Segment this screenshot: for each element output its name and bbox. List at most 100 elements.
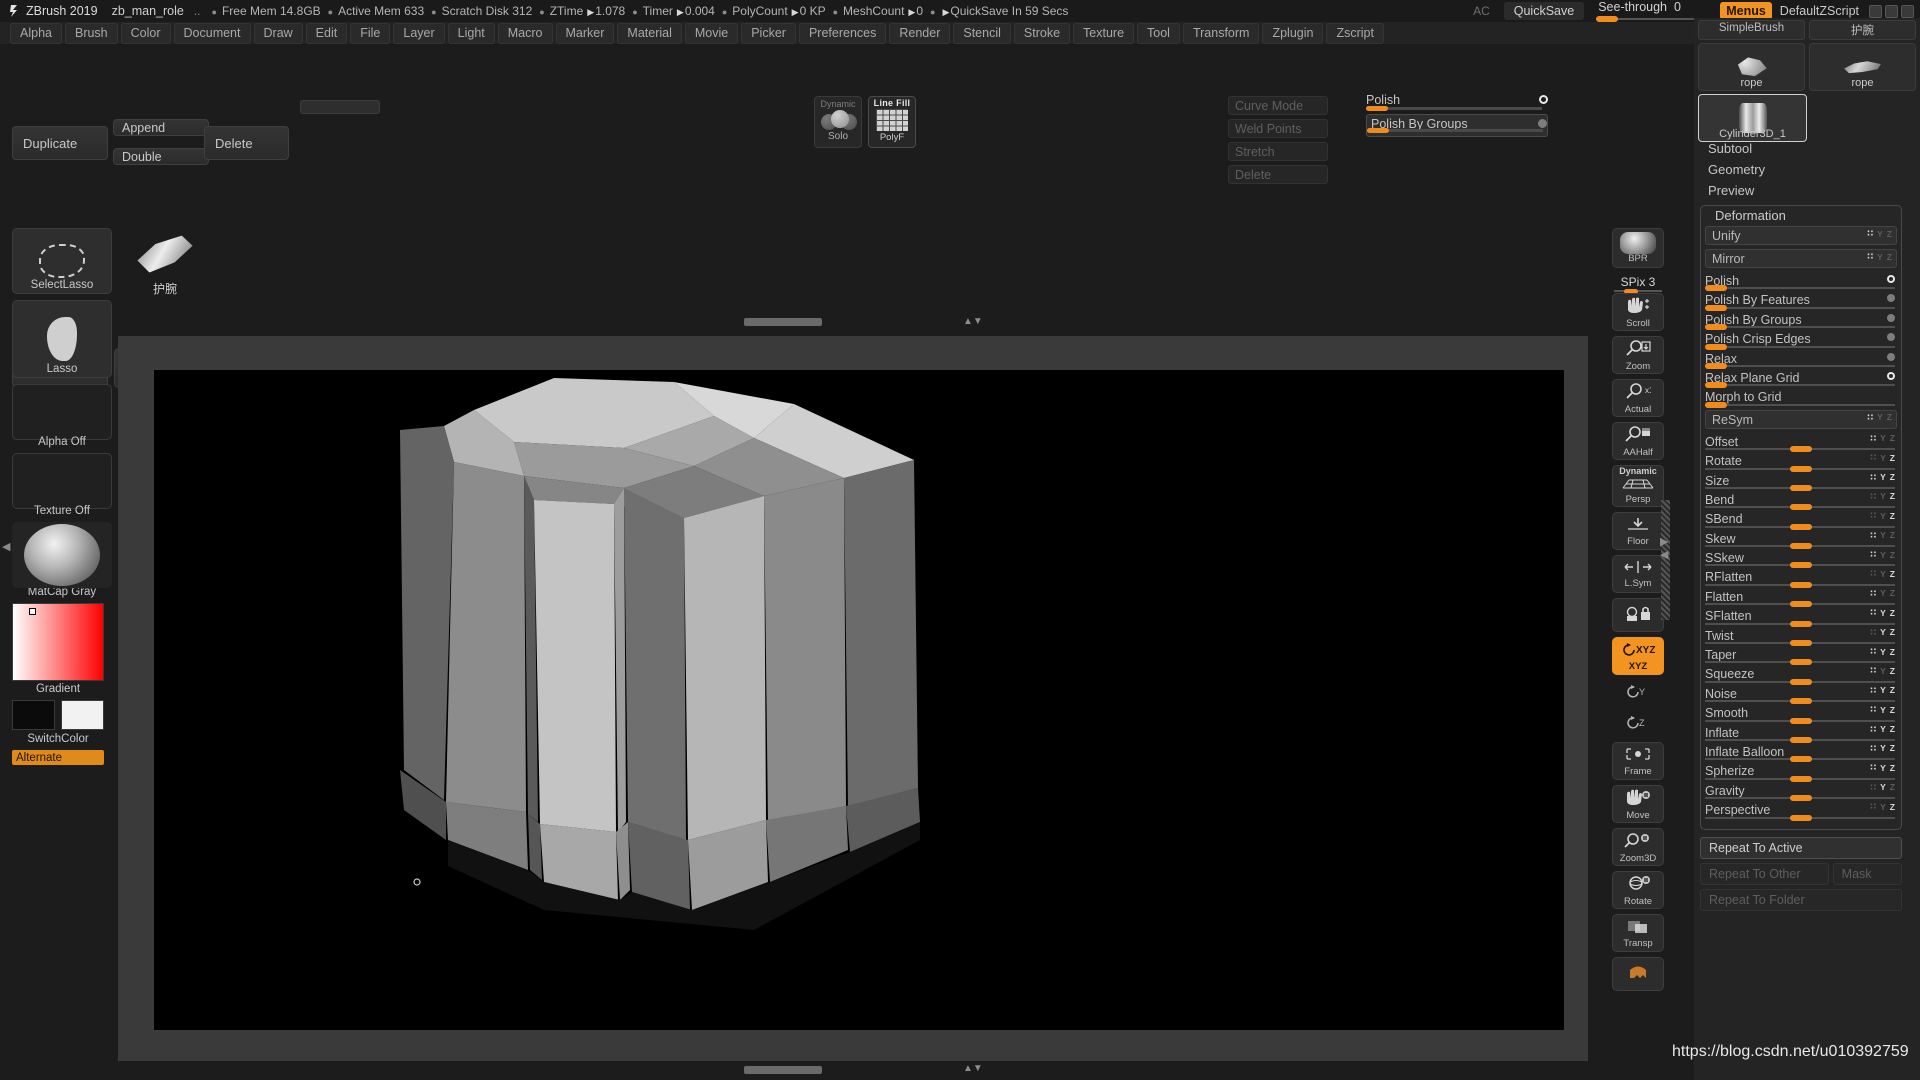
delete-button[interactable]: Delete	[204, 126, 289, 160]
rtool-y[interactable]: Y	[1612, 680, 1664, 706]
deformation-mirror-button[interactable]: Mirror ∷ Y Z	[1705, 249, 1897, 268]
deformation-slider-rotate[interactable]: Rotate ∷ Y Z	[1705, 452, 1897, 472]
axis-y-toggle[interactable]: Y	[1880, 453, 1886, 463]
menu-bar[interactable]: Alpha Brush Color Document Draw Edit File Layer…	[0, 22, 1920, 44]
double-button[interactable]: Double	[113, 148, 209, 165]
axis-y-toggle[interactable]: Y	[1880, 782, 1886, 792]
rtool-scroll[interactable]: Scroll	[1612, 293, 1664, 331]
deformation-slider-perspective[interactable]: Perspective ∷ Y Z	[1705, 801, 1897, 821]
axis-x-toggle[interactable]: ∷	[1870, 568, 1876, 579]
axis-y-toggle[interactable]: Y	[1880, 685, 1886, 695]
repeat-to-other-button[interactable]: Repeat To Other	[1700, 863, 1829, 885]
menu-item-stroke[interactable]: Stroke	[1013, 22, 1071, 44]
select-lasso-button[interactable]: SelectLasso	[12, 228, 112, 294]
geometry-button-weld-points[interactable]: Weld Points	[1228, 119, 1328, 138]
deformation-slider-sbend[interactable]: SBend ∷ Y Z	[1705, 510, 1897, 530]
axis-y-toggle[interactable]: Y	[1880, 724, 1886, 734]
axis-y-toggle[interactable]: Y	[1880, 627, 1886, 637]
current-brush-preview[interactable]: 护腕	[125, 232, 205, 300]
texture-swatch[interactable]	[12, 453, 112, 509]
axis-z-toggle[interactable]: Z	[1890, 705, 1895, 715]
axis-z-toggle[interactable]: Z	[1890, 491, 1895, 501]
axis-x-toggle[interactable]: ∷	[1870, 762, 1876, 773]
mask-button[interactable]: Mask	[1832, 863, 1902, 885]
menu-item-material[interactable]: Material	[617, 22, 682, 44]
axis-toggles[interactable]: ∷ Y Z	[1870, 801, 1895, 812]
material-swatch[interactable]	[12, 522, 112, 588]
deformation-slider-polish-crisp-edges[interactable]: Polish Crisp Edges	[1705, 330, 1897, 350]
panel-section-geometry[interactable]: Geometry	[1694, 159, 1920, 180]
axis-x-toggle[interactable]: ∷	[1870, 724, 1876, 735]
axis-y-toggle[interactable]: Y	[1880, 588, 1886, 598]
deformation-slider-flatten[interactable]: Flatten ∷ Y Z	[1705, 588, 1897, 608]
axis-x-toggle[interactable]: ∷	[1870, 685, 1876, 696]
menu-item-zplugin[interactable]: Zplugin	[1262, 22, 1324, 44]
axis-z-toggle[interactable]: Z	[1890, 763, 1895, 773]
deformation-unify-button[interactable]: Unify ∷ Y Z	[1705, 226, 1897, 245]
menu-item-render[interactable]: Render	[889, 22, 951, 44]
rtool-frame[interactable]: Frame	[1612, 742, 1664, 780]
panel-sections[interactable]: Subtool Geometry Preview	[1694, 138, 1920, 201]
axis-z-toggle[interactable]: Z	[1890, 743, 1895, 753]
switch-color-swatches[interactable]	[12, 700, 112, 730]
tool-cell-0[interactable]: rope	[1698, 43, 1805, 91]
axis-toggles[interactable]: ∷ Y Z	[1870, 685, 1895, 696]
axis-x-toggle[interactable]: ∷	[1870, 588, 1876, 599]
deformation-slider-sflatten[interactable]: SFlatten ∷ Y Z	[1705, 607, 1897, 627]
menu-item-edit[interactable]: Edit	[305, 22, 348, 44]
append-button[interactable]: Append	[113, 119, 209, 136]
axis-x-toggle[interactable]: ∷	[1870, 510, 1876, 521]
left-tray-handle[interactable]: ◀	[2, 540, 10, 553]
rtool-aahalf[interactable]: AAHalf	[1612, 422, 1664, 460]
axis-toggles[interactable]: ∷ Y Z	[1870, 433, 1895, 444]
geometry-button-stretch[interactable]: Stretch	[1228, 142, 1328, 161]
axis-z-toggle[interactable]: Z	[1890, 666, 1895, 676]
rtool-transp[interactable]: Transp	[1612, 914, 1664, 952]
tool-slot-headers[interactable]: SimpleBrush 护腕	[1698, 20, 1916, 40]
menu-item-color[interactable]: Color	[120, 22, 171, 44]
deformation-slider-twist[interactable]: Twist ∷ Y Z	[1705, 627, 1897, 647]
rtool-ghost-transparency[interactable]	[1612, 957, 1664, 991]
tool-cell-cylinder3d[interactable]: Cylinder3D_1	[1698, 94, 1807, 142]
dynamic-solo-button[interactable]: Dynamic Solo	[814, 96, 862, 148]
axis-y-toggle[interactable]: Y	[1877, 229, 1883, 239]
axis-y-toggle[interactable]: Y	[1880, 705, 1886, 715]
menu-item-transform[interactable]: Transform	[1182, 22, 1260, 44]
axis-y-toggle[interactable]: Y	[1880, 608, 1886, 618]
axis-y-toggle[interactable]: Y	[1880, 569, 1886, 579]
menu-item-draw[interactable]: Draw	[253, 22, 303, 44]
axis-y-toggle[interactable]: Y	[1880, 802, 1886, 812]
color-picker[interactable]	[12, 603, 104, 681]
menu-item-texture[interactable]: Texture	[1073, 22, 1135, 44]
close-icon[interactable]	[1901, 4, 1914, 18]
panel-section-subtool[interactable]: Subtool	[1694, 138, 1920, 159]
axis-x-toggle[interactable]: ∷	[1870, 782, 1876, 793]
canvas-bottom-scroll[interactable]: ▲▼	[118, 1062, 1588, 1078]
menu-item-light[interactable]: Light	[447, 22, 495, 44]
deformation-slider-polish[interactable]: Polish	[1705, 272, 1897, 292]
axis-z-toggle[interactable]: Z	[1890, 724, 1895, 734]
canvas-top-scroll[interactable]: ▲▼	[118, 312, 1588, 332]
axis-toggles[interactable]: ∷ Y Z	[1870, 665, 1895, 676]
axis-toggles[interactable]: ∷ Y Z	[1870, 724, 1895, 735]
selected-tool-row[interactable]: Cylinder3D_1	[1698, 94, 1807, 142]
rtool-z[interactable]: Z	[1612, 711, 1664, 737]
axis-toggles[interactable]: ∷ Y Z	[1870, 568, 1895, 579]
slider-indicator[interactable]	[1887, 275, 1895, 283]
axis-x-toggle[interactable]: ∷	[1870, 433, 1876, 444]
viewport[interactable]	[154, 370, 1564, 1030]
axis-x-toggle[interactable]: ∷	[1870, 665, 1876, 676]
menu-item-file[interactable]: File	[350, 22, 391, 44]
deformation-slider-relax-plane-grid[interactable]: Relax Plane Grid	[1705, 369, 1897, 389]
deformation-slider-size[interactable]: Size ∷ Y Z	[1705, 472, 1897, 491]
menu-item-picker[interactable]: Picker	[741, 22, 796, 44]
deformation-slider-bend[interactable]: Bend ∷ Y Z	[1705, 491, 1897, 511]
axis-x-toggle[interactable]: ∷	[1870, 801, 1876, 812]
axis-z-toggle[interactable]: Z	[1890, 802, 1895, 812]
tool-slot-row[interactable]: rope rope	[1698, 43, 1916, 91]
menu-item-brush[interactable]: Brush	[64, 22, 118, 44]
slider-knob[interactable]	[1790, 814, 1812, 821]
deformation-slider-gravity[interactable]: Gravity ∷ Y Z	[1705, 782, 1897, 802]
axis-toggles[interactable]: ∷ Y Z	[1870, 588, 1895, 599]
axis-y-toggle[interactable]: Y	[1880, 763, 1886, 773]
